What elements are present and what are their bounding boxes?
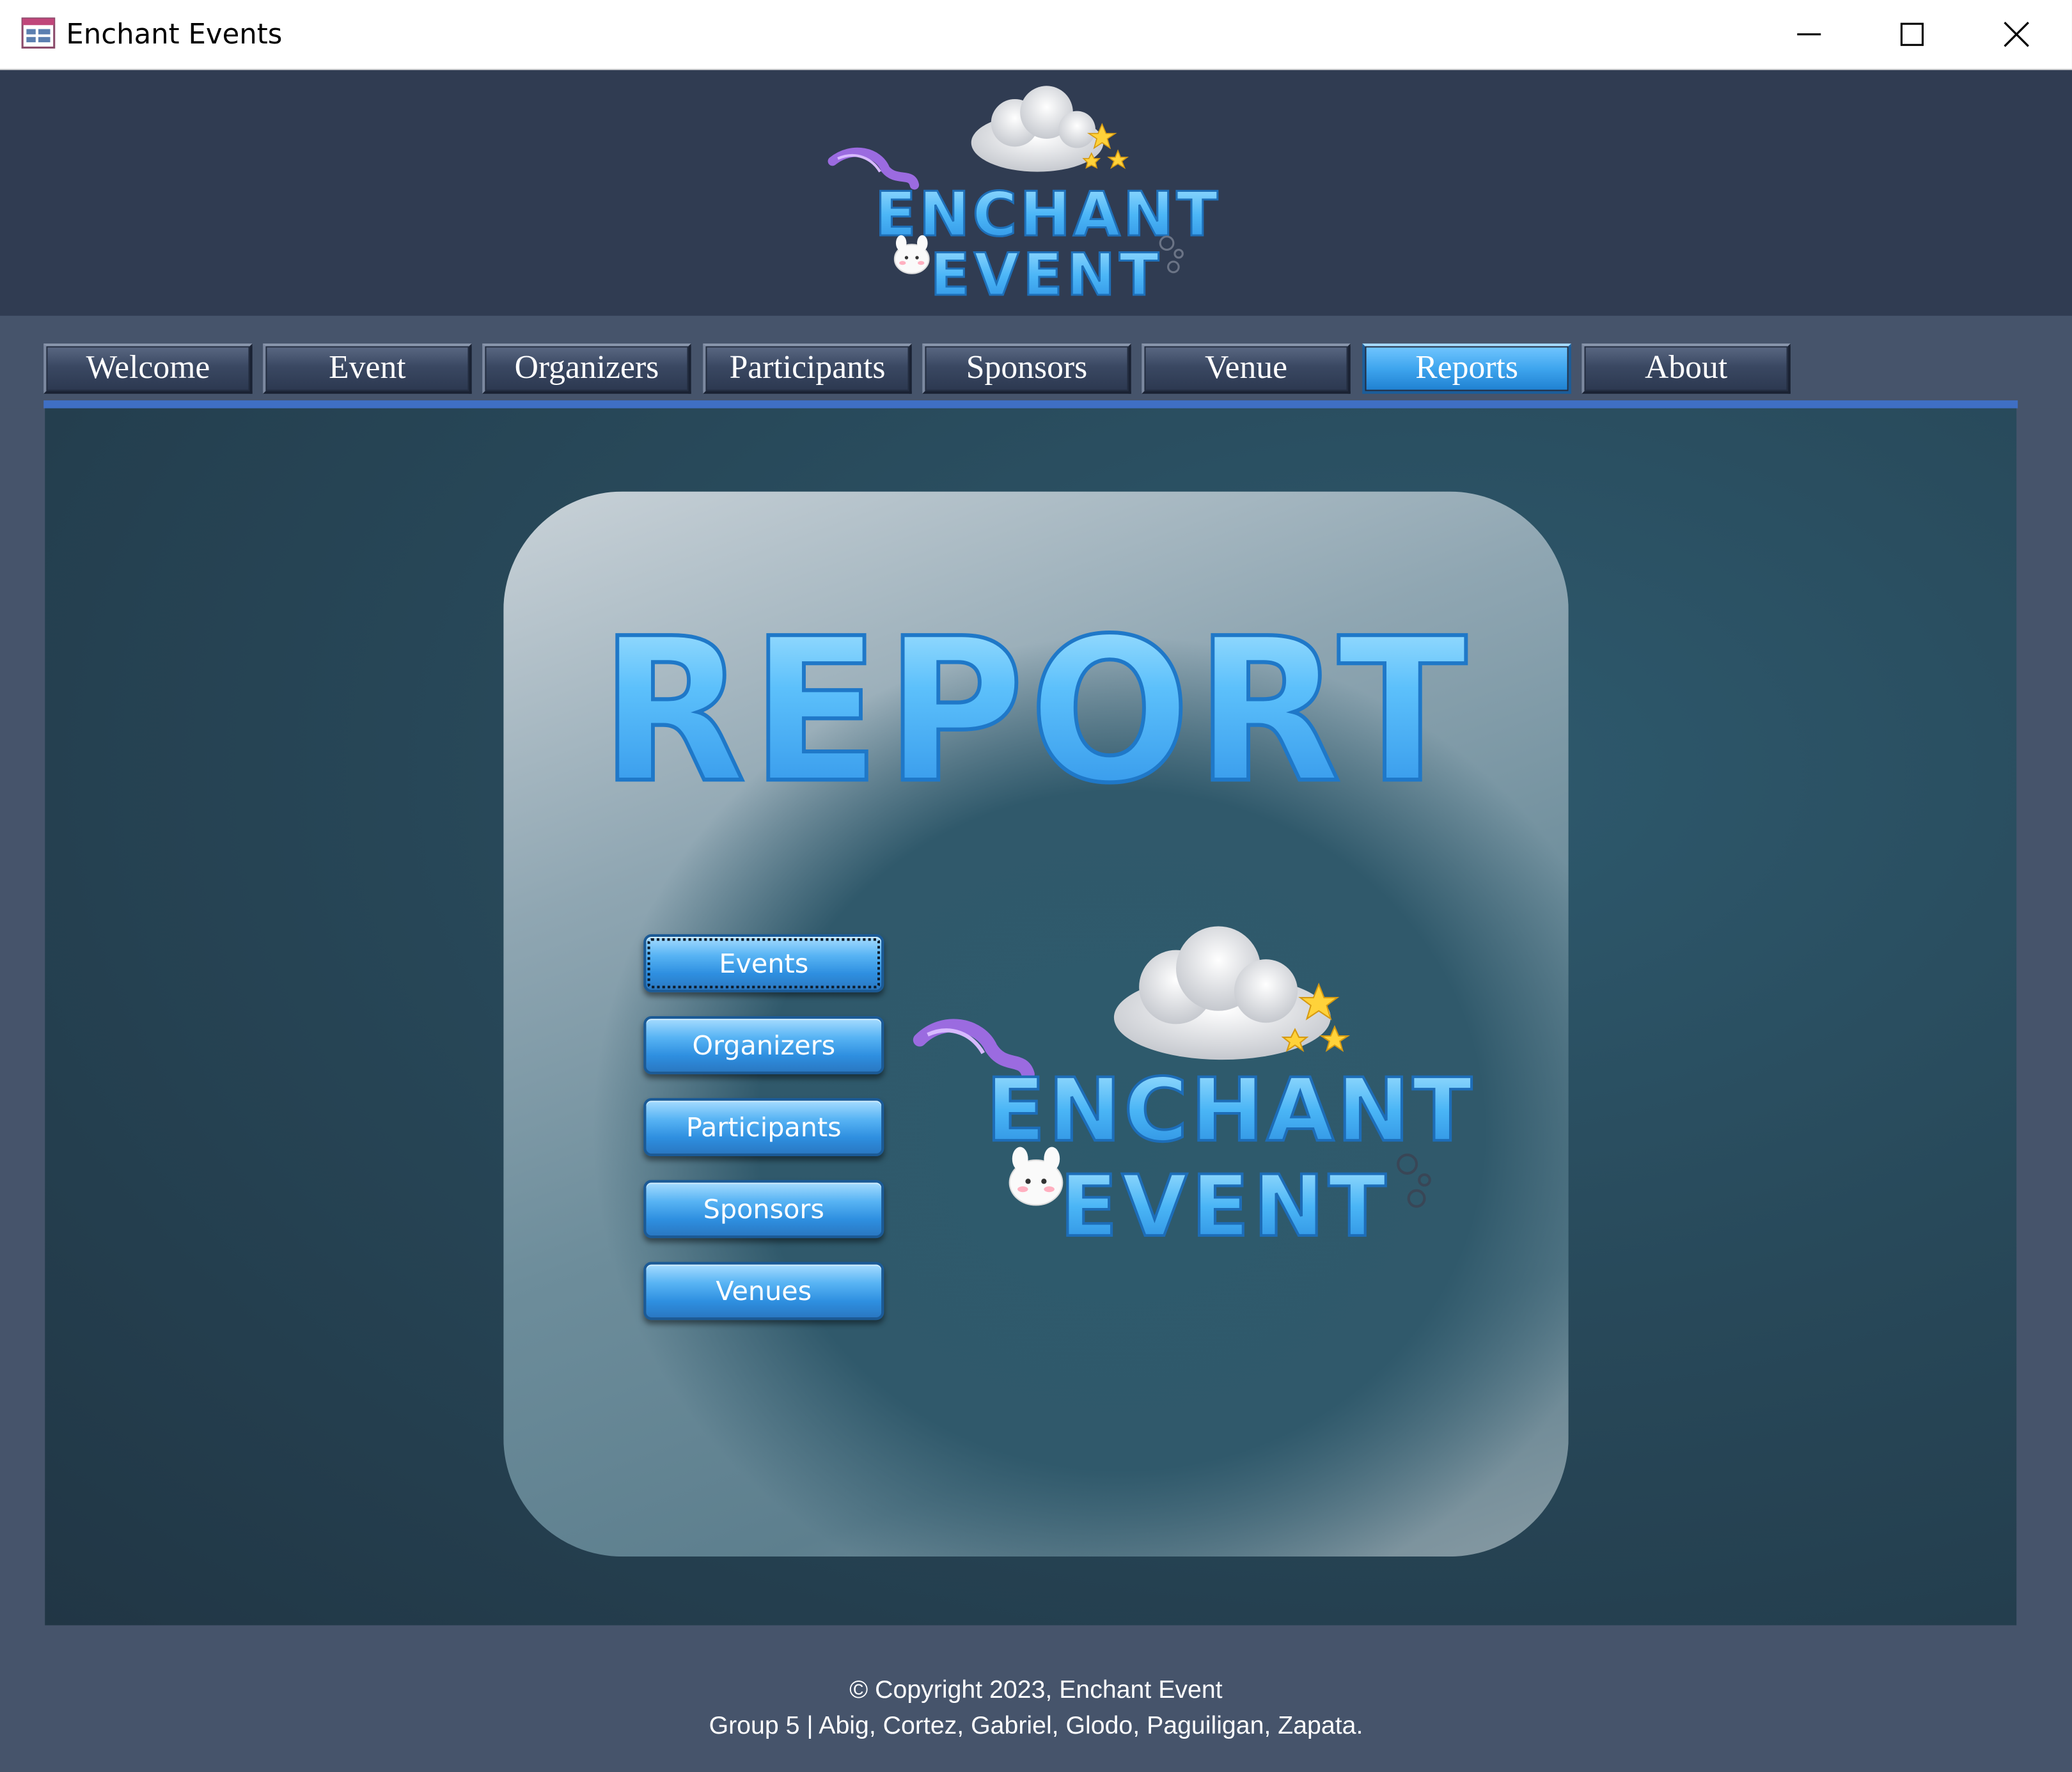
report-button-organizers[interactable]: Organizers: [643, 1015, 884, 1074]
title-bar: Enchant Events: [0, 0, 2072, 70]
enchant-event-logo-center: ENCHANT EVENT: [913, 926, 1475, 1255]
tab-reports[interactable]: Reports: [1362, 343, 1571, 394]
enchant-event-logo-header: ENCHANT EVENT: [828, 86, 1219, 310]
report-button-events[interactable]: Events: [643, 934, 884, 992]
tab-organizers[interactable]: Organizers: [482, 343, 691, 394]
tab-welcome[interactable]: Welcome: [43, 343, 253, 394]
maximize-button[interactable]: [1860, 0, 1963, 68]
tab-venue[interactable]: Venue: [1142, 343, 1351, 394]
svg-text:REPORT: REPORT: [600, 596, 1472, 806]
close-icon: [2004, 21, 2029, 47]
window-title: Enchant Events: [66, 18, 283, 51]
logo-line2: EVENT: [930, 242, 1163, 309]
logo-line2: EVENT: [1060, 1157, 1390, 1255]
tab-sponsors[interactable]: Sponsors: [922, 343, 1131, 394]
page-title: REPORT: [598, 594, 1472, 806]
minimize-icon: [1797, 33, 1821, 36]
maximize-icon: [1900, 22, 1924, 46]
report-button-participants[interactable]: Participants: [643, 1098, 884, 1157]
tab-underline: [43, 400, 2018, 409]
tab-event[interactable]: Event: [263, 343, 472, 394]
tab-about[interactable]: About: [1581, 343, 1791, 394]
footer-credits: Group 5 | Abig, Cortez, Gabriel, Glodo, …: [709, 1712, 1363, 1741]
report-button-sponsors[interactable]: Sponsors: [643, 1180, 884, 1239]
report-button-venues[interactable]: Venues: [643, 1262, 884, 1321]
logo-line1: ENCHANT: [985, 1060, 1475, 1161]
app-window: Enchant Events ENCHANT EVENT Welcome Eve…: [0, 0, 2072, 1772]
close-button[interactable]: [1965, 0, 2068, 68]
footer: © Copyright 2023, Enchant Event Group 5 …: [0, 1673, 2072, 1745]
minimize-button[interactable]: [1757, 0, 1860, 68]
app-form-icon: [21, 17, 56, 49]
footer-copyright: © Copyright 2023, Enchant Event: [849, 1677, 1223, 1705]
tab-participants[interactable]: Participants: [703, 343, 912, 394]
